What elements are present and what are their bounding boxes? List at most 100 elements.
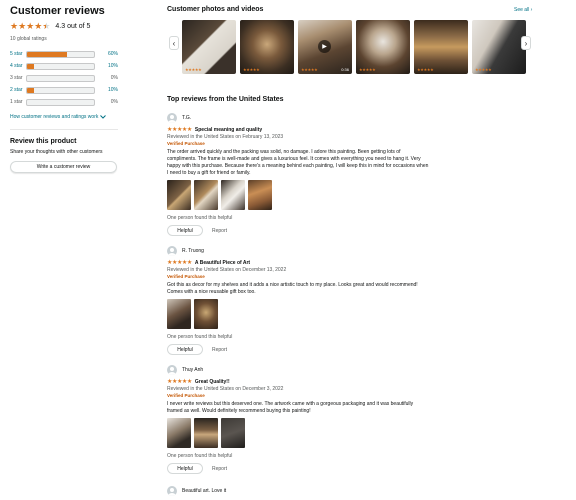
review-rating-stars: ★★★★★ bbox=[167, 260, 192, 266]
review-date: Reviewed in the United States on Decembe… bbox=[167, 267, 287, 273]
review-image[interactable] bbox=[167, 418, 191, 448]
histogram-bar bbox=[26, 98, 95, 106]
reviewer-profile[interactable]: R. Truong bbox=[167, 246, 437, 256]
histogram-label[interactable]: 4 star bbox=[10, 63, 26, 69]
reviewer-profile[interactable]: T.G. bbox=[167, 113, 437, 123]
carousel-next-button[interactable]: › bbox=[521, 36, 531, 50]
section-divider bbox=[10, 129, 118, 130]
review-item: Thuy Anh ★★★★★ Great Quality!! Reviewed … bbox=[167, 365, 437, 474]
review-image[interactable] bbox=[194, 299, 218, 329]
reviewer-name[interactable]: R. Truong bbox=[182, 248, 204, 254]
customer-photo-thumbnail[interactable]: ★★★★★ bbox=[240, 20, 294, 74]
reviews-summary-panel: Customer reviews ★ ★ ★ ★ ★ 4.3 out of 5 … bbox=[10, 5, 118, 173]
verified-purchase-badge: Verified Purchase bbox=[167, 274, 205, 279]
star-full-icon: ★ bbox=[18, 21, 27, 31]
customer-video-thumbnail[interactable]: ▶ ★★★★★ 0:36 bbox=[298, 20, 352, 74]
chevron-left-icon: ‹ bbox=[172, 38, 176, 48]
share-thoughts-text: Share your thoughts with other customers bbox=[10, 149, 103, 155]
review-image[interactable] bbox=[167, 180, 191, 210]
photos-header: Customer photos and videos bbox=[167, 5, 533, 14]
customer-photo-thumbnail[interactable]: ★★★★★ bbox=[472, 20, 526, 74]
star-full-icon: ★ bbox=[26, 21, 35, 31]
review-item: Beautiful art. Love it bbox=[167, 486, 437, 496]
review-image[interactable] bbox=[221, 180, 245, 210]
thumbnail-rating-stars: ★★★★★ bbox=[301, 67, 318, 72]
review-image[interactable] bbox=[167, 299, 191, 329]
report-link[interactable]: Report bbox=[212, 466, 227, 472]
reviewer-profile[interactable]: Beautiful art. Love it bbox=[167, 486, 437, 496]
report-link[interactable]: Report bbox=[212, 347, 227, 353]
star-half-icon: ★ bbox=[42, 21, 51, 31]
review-item: R. Truong ★★★★★ A Beautiful Piece of Art… bbox=[167, 246, 437, 355]
rating-stars: ★ ★ ★ ★ ★ bbox=[10, 21, 50, 31]
customer-photo-thumbnail[interactable]: ★★★★★ bbox=[414, 20, 468, 74]
review-body: Got this as decor for my shelves and it … bbox=[167, 282, 418, 295]
histogram-row-2-star[interactable]: 2 star 10% bbox=[10, 84, 118, 96]
review-image[interactable] bbox=[221, 418, 245, 448]
reviewer-name[interactable]: Thuy Anh bbox=[182, 367, 203, 373]
reviewer-name[interactable]: T.G. bbox=[182, 115, 191, 121]
review-actions: Helpful Report bbox=[167, 463, 437, 474]
histogram-bar bbox=[26, 74, 95, 82]
histogram-label: 1 star bbox=[10, 99, 23, 105]
review-title[interactable]: Special meaning and quality bbox=[195, 127, 262, 133]
histogram-bar[interactable] bbox=[26, 62, 95, 70]
review-image[interactable] bbox=[194, 180, 218, 210]
histogram-label[interactable]: 2 star bbox=[10, 87, 26, 93]
review-rating-stars: ★★★★★ bbox=[167, 127, 192, 133]
reviews-main: Customer photos and videos See all › ‹ ★… bbox=[167, 5, 533, 496]
helpful-button[interactable]: Helpful bbox=[167, 463, 203, 474]
carousel-thumbnails: ★★★★★ ★★★★★ ▶ ★★★★★ 0:36 ★★★★★ ★★★★★ ★★★… bbox=[182, 20, 526, 74]
write-review-button[interactable]: Write a customer review bbox=[10, 161, 117, 173]
customer-reviews-heading: Customer reviews bbox=[10, 5, 105, 17]
histogram-percent: 0% bbox=[110, 99, 118, 105]
review-header: ★★★★★ A Beautiful Piece of Art bbox=[167, 259, 437, 267]
avatar bbox=[167, 246, 177, 256]
review-body: I never write reviews but this deserved … bbox=[167, 401, 414, 414]
review-title[interactable]: Great Quality!! bbox=[195, 379, 230, 385]
review-title[interactable]: A Beautiful Piece of Art bbox=[195, 260, 250, 266]
carousel-prev-button[interactable]: ‹ bbox=[169, 36, 179, 50]
histogram-row-4-star[interactable]: 4 star 10% bbox=[10, 60, 118, 72]
histogram-row-5-star[interactable]: 5 star 60% bbox=[10, 48, 118, 60]
report-link[interactable]: Report bbox=[212, 228, 227, 234]
customer-photo-thumbnail[interactable]: ★★★★★ bbox=[356, 20, 410, 74]
avatar bbox=[167, 486, 177, 496]
review-image[interactable] bbox=[248, 180, 272, 210]
star-full-icon: ★ bbox=[10, 21, 19, 31]
helpful-count: One person found this helpful bbox=[167, 215, 233, 221]
helpful-button[interactable]: Helpful bbox=[167, 344, 203, 355]
rating-out-of-five: 4.3 out of 5 bbox=[55, 22, 91, 30]
histogram-bar[interactable] bbox=[26, 86, 95, 94]
customer-photos-carousel: ‹ ★★★★★ ★★★★★ ▶ ★★★★★ 0:36 ★★★★★ ★★★★★ ★… bbox=[167, 20, 533, 74]
histogram-bar[interactable] bbox=[26, 50, 95, 58]
how-ratings-work-label[interactable]: How customer reviews and ratings work bbox=[10, 114, 98, 120]
histogram-label[interactable]: 5 star bbox=[10, 51, 26, 57]
review-image[interactable] bbox=[194, 418, 218, 448]
histogram-percent[interactable]: 60% bbox=[95, 51, 118, 57]
thumbnail-rating-stars: ★★★★★ bbox=[185, 67, 202, 72]
histogram-percent[interactable]: 10% bbox=[95, 63, 118, 69]
top-reviews-heading: Top reviews from the United States bbox=[167, 96, 284, 103]
histogram-fill bbox=[27, 63, 34, 69]
histogram-row-1-star: 1 star 0% bbox=[10, 96, 118, 108]
histogram-fill bbox=[27, 51, 68, 57]
customer-photo-thumbnail[interactable]: ★★★★★ bbox=[182, 20, 236, 74]
customer-photos-heading: Customer photos and videos bbox=[167, 6, 264, 13]
thumbnail-rating-stars: ★★★★★ bbox=[417, 67, 434, 72]
histogram-percent[interactable]: 10% bbox=[95, 87, 118, 93]
helpful-button[interactable]: Helpful bbox=[167, 225, 203, 236]
chevron-down-icon bbox=[100, 115, 107, 119]
thumbnail-rating-stars: ★★★★★ bbox=[243, 67, 260, 72]
histogram-label: 3 star bbox=[10, 75, 23, 81]
average-rating[interactable]: ★ ★ ★ ★ ★ 4.3 out of 5 bbox=[10, 21, 118, 31]
how-ratings-work-link[interactable]: How customer reviews and ratings work bbox=[10, 114, 118, 120]
review-images bbox=[167, 299, 437, 329]
histogram-row-3-star: 3 star 0% bbox=[10, 72, 118, 84]
verified-purchase-badge: Verified Purchase bbox=[167, 141, 205, 146]
rating-histogram: 5 star 60% 4 star 10% 3 star 0% 2 star 1… bbox=[10, 48, 118, 108]
avatar bbox=[167, 365, 177, 375]
see-all-link[interactable]: See all › bbox=[514, 7, 532, 13]
reviewer-profile[interactable]: Thuy Anh bbox=[167, 365, 437, 375]
reviewer-name[interactable]: Beautiful art. Love it bbox=[182, 488, 226, 494]
